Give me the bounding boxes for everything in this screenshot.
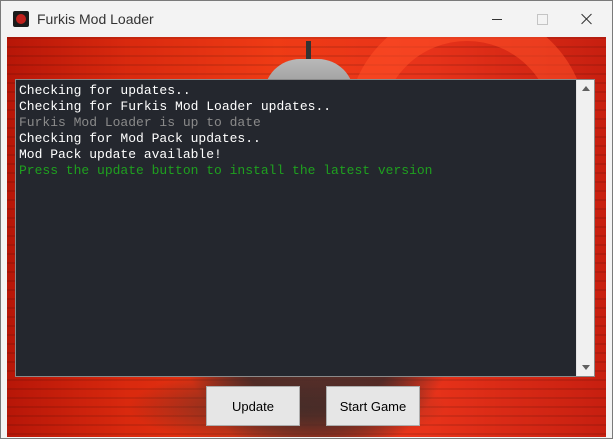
vertical-scrollbar[interactable] <box>576 80 594 376</box>
arrow-down-icon <box>581 365 590 370</box>
title-bar[interactable]: Furkis Mod Loader <box>1 1 612 37</box>
start-game-button[interactable]: Start Game <box>326 386 420 426</box>
close-button[interactable] <box>564 1 610 37</box>
maximize-icon <box>536 13 548 25</box>
close-icon <box>581 13 593 25</box>
console-line: Mod Pack update available! <box>19 147 222 162</box>
scroll-down-button[interactable] <box>577 359 594 376</box>
client-area: Checking for updates.. Checking for Furk… <box>7 37 606 437</box>
console-line: Checking for Furkis Mod Loader updates.. <box>19 99 332 114</box>
maximize-button[interactable] <box>519 1 565 37</box>
app-logo-icon <box>13 11 29 27</box>
minimize-button[interactable] <box>474 1 520 37</box>
update-button[interactable]: Update <box>206 386 300 426</box>
console-line: Checking for updates.. <box>19 83 191 98</box>
console-line: Checking for Mod Pack updates.. <box>19 131 261 146</box>
app-window: Furkis Mod Loader Checking for updates..… <box>0 0 613 439</box>
console-line: Press the update button to install the l… <box>19 163 433 178</box>
scroll-up-button[interactable] <box>577 80 594 97</box>
console-line: Furkis Mod Loader is up to date <box>19 115 261 130</box>
minimize-icon <box>492 18 502 20</box>
window-title: Furkis Mod Loader <box>37 11 154 27</box>
console-lines: Checking for updates.. Checking for Furk… <box>19 83 574 179</box>
console-log[interactable]: Checking for updates.. Checking for Furk… <box>15 79 595 377</box>
arrow-up-icon <box>581 86 590 91</box>
